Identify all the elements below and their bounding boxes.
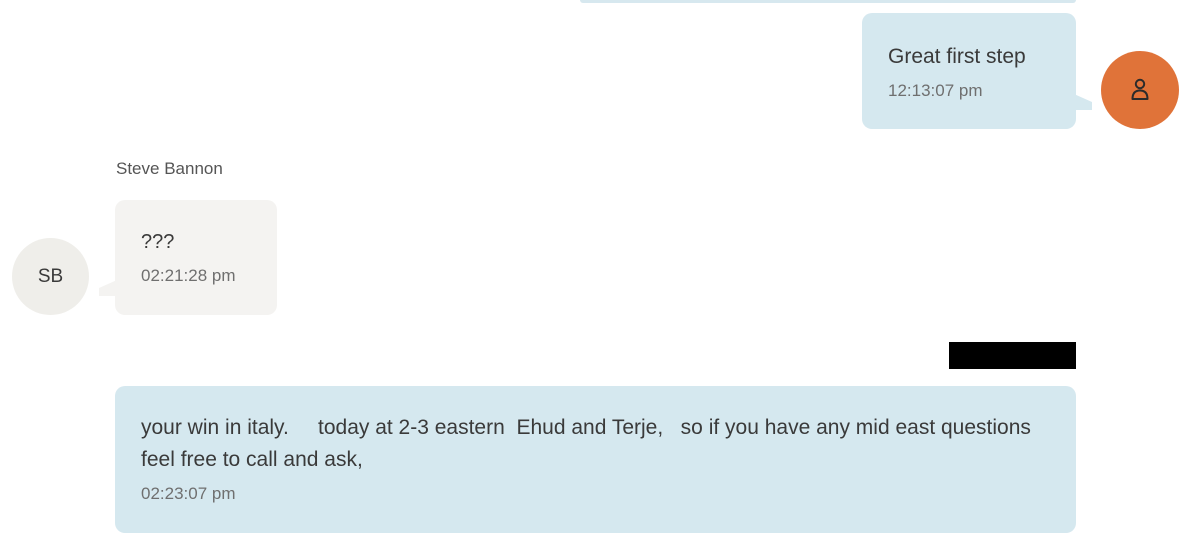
message-bubble-incoming[interactable]: ??? 02:21:28 pm <box>115 200 277 315</box>
message-timestamp: 12:13:07 pm <box>888 81 983 100</box>
message-text: your win in italy. today at 2-3 eastern … <box>141 416 1037 471</box>
sender-avatar[interactable]: SB <box>12 238 89 315</box>
redacted-sender-name <box>949 342 1076 369</box>
message-timestamp: 02:21:28 pm <box>141 266 236 285</box>
sender-name: Steve Bannon <box>116 159 223 178</box>
sender-initials: SB <box>37 265 64 287</box>
previous-message-bubble-edge <box>580 0 1076 3</box>
bubble-tail <box>1074 94 1092 110</box>
message-bubble-outgoing[interactable]: Great first step 12:13:07 pm <box>862 13 1076 129</box>
my-avatar[interactable] <box>1101 51 1179 129</box>
message-bubble-outgoing[interactable]: your win in italy. today at 2-3 eastern … <box>115 386 1076 533</box>
message-timestamp: 02:23:07 pm <box>141 484 236 503</box>
person-icon <box>1131 78 1149 100</box>
message-text: Great first step <box>888 45 1026 68</box>
message-text: ??? <box>141 231 175 253</box>
